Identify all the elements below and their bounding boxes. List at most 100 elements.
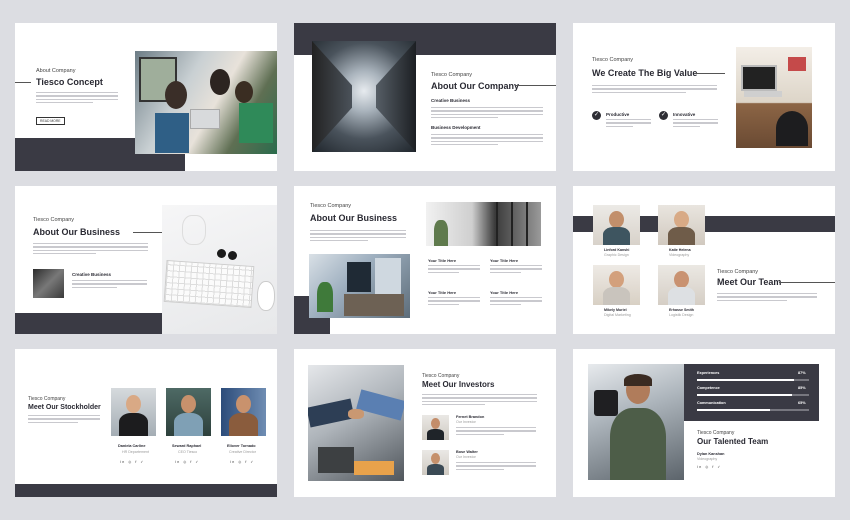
slide-title: Meet Our Team bbox=[717, 277, 782, 287]
person-name: Dylan Kanshan bbox=[697, 452, 725, 456]
stockholder-role-1: HR Departement bbox=[122, 450, 149, 454]
slide-title: We Create The Big Value bbox=[592, 68, 698, 78]
title-rule bbox=[516, 85, 556, 86]
subheading: Creative Business bbox=[72, 272, 112, 277]
title-rule bbox=[133, 232, 162, 233]
slide-title: About Our Business bbox=[310, 213, 398, 223]
body-text bbox=[33, 243, 148, 257]
social-icons[interactable]: in ◎ f ✓ bbox=[697, 465, 722, 469]
member-role-4: Logistik Design bbox=[669, 313, 694, 317]
keyboard-desk-photo bbox=[162, 205, 277, 334]
skill-fill-1 bbox=[697, 379, 795, 381]
feature-1-text bbox=[606, 119, 651, 129]
member-photo-1 bbox=[593, 205, 640, 245]
member-role-3: Digital Marketing bbox=[604, 313, 631, 317]
item-title-2: Your Title Here bbox=[490, 258, 519, 263]
item-text-3 bbox=[428, 297, 480, 307]
read-more-button[interactable]: READ MORE bbox=[36, 117, 65, 126]
slide-talented-team[interactable]: Experiences 87% Competence 85% Communica… bbox=[573, 349, 835, 497]
title-rule bbox=[15, 82, 31, 83]
team-laptop-photo bbox=[135, 51, 277, 154]
office-hallway-photo bbox=[426, 202, 541, 246]
investor-role-2: Our Investor bbox=[456, 455, 476, 459]
body-text-1 bbox=[431, 107, 543, 121]
member-photo-4 bbox=[658, 265, 705, 305]
slide-kicker: Tiesco Company bbox=[431, 72, 473, 78]
stockholder-role-3: Creative Director bbox=[229, 450, 256, 454]
subheading-1: Creative Business bbox=[431, 98, 471, 103]
handshake-photo bbox=[308, 365, 404, 481]
slide-title: Meet Our Investors bbox=[422, 380, 495, 389]
item-title-3: Your Title Here bbox=[428, 290, 457, 295]
slide-about-our-company[interactable]: Tiesco Company About Our Company Creativ… bbox=[294, 23, 556, 171]
check-icon: ✓ bbox=[592, 111, 601, 120]
sub-text bbox=[72, 280, 147, 290]
body-text bbox=[28, 415, 100, 425]
body-text bbox=[592, 85, 717, 95]
item-text-1 bbox=[428, 265, 480, 275]
investor-name-1: Fernet Brandon bbox=[456, 415, 485, 419]
investor-text-1 bbox=[456, 427, 536, 437]
feature-1: Productive bbox=[606, 112, 630, 117]
subheading-2: Business Development bbox=[431, 125, 481, 130]
member-name-1: Linford Kanshi bbox=[604, 248, 630, 252]
skill-label-3: Communication bbox=[697, 401, 726, 405]
people-working-photo bbox=[309, 254, 410, 318]
slide-big-value[interactable]: Tiesco Company We Create The Big Value ✓… bbox=[573, 23, 835, 171]
slide-about-our-business-1[interactable]: Tiesco Company About Our Business Creati… bbox=[15, 186, 277, 334]
slide-title: About Our Business bbox=[33, 227, 121, 237]
slide-kicker: Tiesco Company bbox=[592, 57, 634, 63]
slide-kicker: Tiesco Company bbox=[28, 396, 66, 402]
member-role-2: Videography bbox=[669, 253, 690, 257]
member-role-1: Graphic Design bbox=[604, 253, 629, 257]
social-icons[interactable]: in ◎ f ✓ bbox=[230, 460, 255, 464]
social-icons[interactable]: in ◎ f ✓ bbox=[120, 460, 145, 464]
member-name-3: Mikely Muriel bbox=[604, 308, 627, 312]
body-text-2 bbox=[431, 134, 543, 148]
body-text bbox=[36, 92, 118, 106]
skill-label-1: Experiences bbox=[697, 371, 720, 375]
feature-2-text bbox=[673, 119, 718, 129]
slide-about-our-business-2[interactable]: Tiesco Company About Our Business Your T… bbox=[294, 186, 556, 334]
slide-kicker: About Company bbox=[36, 68, 76, 74]
item-title-1: Your Title Here bbox=[428, 258, 457, 263]
stockholder-photo-2 bbox=[166, 388, 211, 436]
slide-title: Tiesco Concept bbox=[36, 77, 103, 87]
item-text-2 bbox=[490, 265, 542, 275]
item-title-4: Your Title Here bbox=[490, 290, 519, 295]
stockholder-name-3: Ellover Tornado bbox=[227, 444, 256, 448]
stockholder-name-1: Daniela Carline bbox=[118, 444, 146, 448]
skill-value-2: 85% bbox=[798, 386, 806, 390]
skill-fill-3 bbox=[697, 409, 770, 411]
slide-meet-our-stockholder[interactable]: Tiesco Company Meet Our Stockholder Dani… bbox=[15, 349, 277, 497]
body-text bbox=[717, 293, 817, 303]
stockholder-photo-3 bbox=[221, 388, 266, 436]
investor-text-2 bbox=[456, 462, 536, 472]
member-name-2: Katie Helena bbox=[669, 248, 691, 252]
slide-meet-our-team[interactable]: Linford Kanshi Graphic Design Katie Hele… bbox=[573, 186, 835, 334]
skill-value-3: 65% bbox=[798, 401, 806, 405]
slide-title: Meet Our Stockholder bbox=[28, 404, 101, 411]
skyscrapers-photo bbox=[312, 41, 416, 152]
dark-band bbox=[15, 313, 162, 334]
body-text bbox=[422, 394, 537, 408]
person-role: Videography bbox=[697, 457, 718, 461]
skill-value-1: 87% bbox=[798, 371, 806, 375]
slide-title: About Our Company bbox=[431, 81, 519, 91]
check-icon: ✓ bbox=[659, 111, 668, 120]
member-photo-3 bbox=[593, 265, 640, 305]
item-text-4 bbox=[490, 297, 542, 307]
stockholder-name-2: Seward Raphael bbox=[172, 444, 202, 448]
slide-meet-our-investors[interactable]: Tiesco Company Meet Our Investors Fernet… bbox=[294, 349, 556, 497]
feature-2: Innovative bbox=[673, 112, 696, 117]
slide-tiesco-concept[interactable]: About Company Tiesco Concept READ MORE bbox=[15, 23, 277, 171]
photographer-photo bbox=[588, 364, 684, 480]
stockholder-role-2: CEO Tiesco bbox=[178, 450, 198, 454]
title-rule bbox=[695, 73, 725, 74]
investor-name-2: Bose Walter bbox=[456, 450, 478, 454]
skill-label-2: Competence bbox=[697, 386, 720, 390]
investor-photo-2 bbox=[422, 450, 449, 475]
slide-title: Our Talented Team bbox=[697, 437, 769, 446]
slide-kicker: Tiesco Company bbox=[717, 269, 759, 275]
social-icons[interactable]: in ◎ f ✓ bbox=[175, 460, 200, 464]
